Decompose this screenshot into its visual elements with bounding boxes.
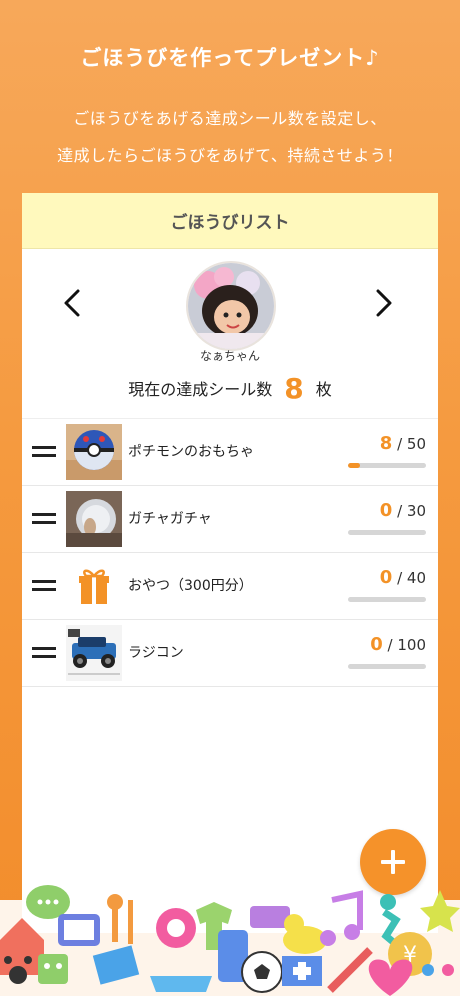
pacifier-icon	[156, 908, 196, 948]
sticker-count: 現在の達成シール数 8 枚	[22, 368, 438, 408]
header-sub-line-1: ごほうびをあげる達成シール数を設定し、	[73, 109, 387, 128]
next-child-button[interactable]	[366, 285, 402, 321]
child-name: なぁちゃん	[199, 349, 260, 363]
chevron-right-icon	[376, 289, 392, 317]
reward-row[interactable]: ポチモンのおもちゃ 8 / 50	[22, 418, 438, 486]
card-title: ごほうびリスト	[22, 193, 438, 249]
reward-image	[66, 558, 122, 614]
progress-bar	[348, 530, 426, 535]
progress-bar	[348, 463, 426, 468]
reward-row[interactable]: ガチャガチャ 0 / 30	[22, 486, 438, 553]
bath-icon	[150, 976, 212, 992]
count-value: 8	[284, 371, 304, 405]
previous-child-button[interactable]	[54, 285, 90, 321]
gift-icon	[79, 569, 109, 604]
drag-handle-icon[interactable]	[32, 647, 56, 659]
reward-total: / 30	[397, 502, 426, 520]
reward-image	[66, 491, 122, 547]
progress-bar	[348, 664, 426, 669]
drag-handle-icon[interactable]	[32, 446, 56, 458]
reward-total: / 50	[397, 435, 426, 453]
reward-current: 0	[370, 634, 383, 655]
reward-progress-text: 0 / 100	[348, 634, 426, 655]
robot-icon	[38, 954, 68, 984]
drag-handle-icon[interactable]	[32, 580, 56, 592]
reward-progress-text: 0 / 40	[348, 567, 426, 588]
decorative-icons-banner: ¥	[0, 885, 460, 996]
soccer-ball-icon	[241, 951, 283, 993]
reward-name: ガチャガチャ	[128, 511, 212, 527]
reward-current: 8	[379, 433, 393, 454]
bed-icon	[250, 906, 290, 928]
reward-list: ポチモンのおもちゃ 8 / 50 ガチャガチャ 0 / 30 おやつ（300円分…	[22, 418, 438, 687]
child-avatar[interactable]	[186, 261, 276, 351]
header-sub-line-2: 達成したらごほうびをあげて、持続させよう！	[57, 146, 403, 165]
reward-current: 0	[379, 567, 393, 588]
progress-bar-fill	[348, 463, 361, 468]
tv-icon	[58, 914, 100, 946]
reward-name: ラジコン	[128, 645, 184, 661]
reward-total: / 100	[387, 636, 426, 654]
plus-icon	[381, 850, 405, 874]
progress-bar	[348, 597, 426, 602]
reward-image	[66, 625, 122, 681]
header-description: ごほうびをあげる達成シール数を設定し、 達成したらごほうびをあげて、持続させよう…	[0, 100, 460, 174]
header-title: ごほうびを作ってプレゼント♪	[80, 46, 380, 70]
reward-row[interactable]: おやつ（300円分） 0 / 40	[22, 553, 438, 620]
drag-handle-icon[interactable]	[32, 513, 56, 525]
reward-progress-text: 0 / 30	[348, 500, 426, 521]
count-unit: 枚	[315, 380, 332, 399]
reward-total: / 40	[397, 569, 426, 587]
chevron-left-icon	[64, 289, 80, 317]
reward-list-card: ごほうびリスト なぁちゃん 現在の達成シール数 8 枚 ポチモンのおもちゃ 8 …	[22, 193, 438, 933]
reward-row[interactable]: ラジコン 0 / 100	[22, 620, 438, 687]
reward-current: 0	[379, 500, 393, 521]
hospital-icon	[282, 956, 322, 986]
reward-name: ポチモンのおもちゃ	[128, 444, 254, 460]
reward-image	[66, 424, 122, 480]
chat-icon	[26, 885, 70, 919]
reward-progress-text: 8 / 50	[348, 433, 426, 454]
count-label: 現在の達成シール数	[128, 380, 273, 399]
reward-name: おやつ（300円分）	[128, 578, 253, 594]
